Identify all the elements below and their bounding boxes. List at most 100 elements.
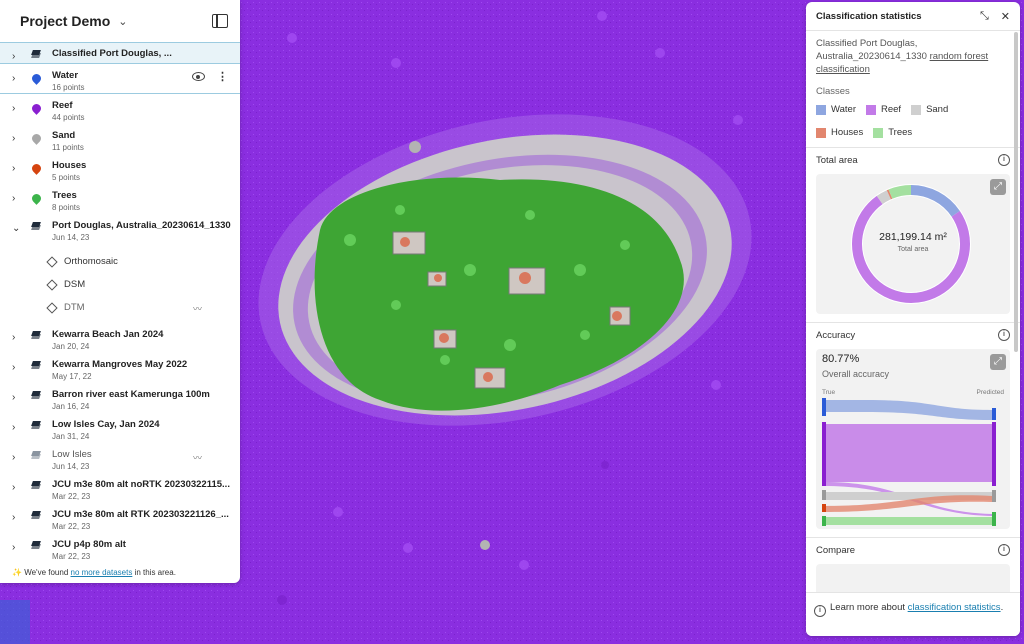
dataset-name: JCU m3e 80m alt noRTK 20230322115... — [52, 479, 230, 490]
chevron-right-icon[interactable]: › — [12, 103, 24, 114]
expand-icon[interactable]: ⤢ — [990, 354, 1006, 370]
legend-label: Sand — [926, 104, 949, 115]
accuracy-value: 80.77% — [822, 353, 860, 365]
scrollbar[interactable] — [1014, 32, 1018, 352]
no-more-datasets-link[interactable]: no more datasets — [71, 568, 133, 577]
map-pin-icon — [28, 192, 44, 205]
node-sand-true — [822, 490, 826, 500]
dataset-row[interactable]: › Trees 8 points — [0, 184, 240, 214]
classification-statistics-link[interactable]: classification statistics — [908, 602, 1001, 613]
hidden-eye-icon[interactable]: 〰 — [193, 302, 202, 315]
dataset-row[interactable]: › JCU m3e 80m alt RTK 202303221126_... Mar… — [0, 503, 240, 533]
layers-icon — [28, 541, 44, 549]
dataset-row[interactable]: ⌄ Port Douglas, Australia_20230614_1330 Ju… — [0, 214, 240, 244]
dataset-row[interactable]: › Houses 5 points — [0, 154, 240, 184]
project-title[interactable]: Project Demo — [20, 13, 110, 29]
dataset-subtitle: 16 points — [52, 83, 85, 92]
dataset-row[interactable]: › JCU p4p 80m alt Mar 22, 23 — [0, 533, 240, 563]
map-pin-icon — [28, 162, 44, 175]
compare-label: Compare — [816, 544, 856, 556]
sublayer-item[interactable]: Orthomosaic — [0, 250, 240, 273]
chevron-down-icon[interactable]: ⌄ — [12, 223, 24, 234]
legend-item: Houses — [816, 127, 863, 138]
dataset-list: › Classified Port Douglas, ... › Water 16 po… — [0, 42, 240, 563]
sublayer-name: DTM — [64, 302, 85, 313]
dataset-row[interactable]: › Low Isles Jun 14, 23 〰 — [0, 443, 240, 473]
legend-item: Reef — [865, 104, 902, 115]
node-trees-true — [822, 516, 826, 526]
legend-swatch — [816, 104, 826, 115]
dataset-row[interactable]: › Kewarra Mangroves May 2022 May 17, 22 — [0, 353, 240, 383]
node-trees-pred — [992, 512, 996, 526]
chevron-right-icon[interactable]: › — [12, 482, 24, 493]
chevron-right-icon[interactable]: › — [12, 392, 24, 403]
close-icon[interactable]: ✕ — [1001, 10, 1010, 23]
dataset-row[interactable]: › Classified Port Douglas, ... — [0, 42, 240, 64]
stats-footer: i Learn more about classification statis… — [806, 592, 1020, 636]
info-icon[interactable]: i — [998, 154, 1010, 166]
sublayer-item[interactable]: DSM — [0, 273, 240, 296]
classes-label: Classes — [816, 86, 850, 97]
info-icon: i — [814, 605, 826, 617]
dataset-name: Sand — [52, 130, 76, 141]
chevron-right-icon[interactable]: › — [12, 542, 24, 553]
info-icon[interactable]: i — [998, 329, 1010, 341]
chevron-right-icon[interactable]: › — [12, 193, 24, 204]
dataset-row[interactable]: › Low Isles Cay, Jan 2024 Jan 31, 24 — [0, 413, 240, 443]
chevron-right-icon[interactable]: › — [12, 422, 24, 433]
dataset-subtitle: Mar 22, 23 — [52, 552, 91, 561]
chevron-right-icon[interactable]: › — [12, 133, 24, 144]
dataset-row[interactable]: › Reef 44 points — [0, 94, 240, 124]
legend-label: Houses — [831, 127, 864, 138]
sankey-flows — [824, 400, 992, 525]
collapse-icon[interactable]: ⤡ — [980, 10, 989, 23]
dataset-name: Kewarra Beach Jan 2024 — [52, 329, 164, 340]
eye-icon[interactable] — [192, 72, 205, 81]
dataset-row[interactable]: › Water 16 points ⋮ — [0, 64, 240, 94]
chevron-right-icon[interactable]: › — [12, 51, 24, 62]
dataset-subtitle: 8 points — [52, 203, 81, 212]
sublayer-item[interactable]: DTM 〰 — [0, 296, 240, 319]
map-pin-icon — [28, 132, 44, 145]
project-header[interactable]: Project Demo ⌄ — [0, 0, 240, 42]
dataset-subtitle: Mar 22, 23 — [52, 492, 91, 501]
dataset-name: Reef — [52, 100, 73, 111]
stats-title: Classification statistics — [816, 10, 922, 22]
node-water-true — [822, 398, 826, 416]
found-message: ✨ We've found no more datasets in this a… — [12, 568, 176, 577]
dataset-name: Houses — [52, 160, 87, 171]
chevron-right-icon[interactable]: › — [12, 362, 24, 373]
node-sand-pred — [992, 490, 996, 502]
stats-header: Classification statistics ⤡ ✕ — [806, 2, 1020, 31]
node-reef-true — [822, 422, 826, 486]
dataset-row[interactable]: › Kewarra Beach Jan 2024 Jan 20, 24 — [0, 323, 240, 353]
hidden-eye-icon[interactable]: 〰 — [193, 451, 202, 464]
legend-label: Reef — [880, 104, 902, 115]
map-pin-icon — [28, 72, 44, 85]
sidebar-toggle-icon[interactable] — [212, 14, 228, 28]
layers-icon — [28, 421, 44, 429]
expand-icon[interactable]: ⤢ — [990, 179, 1006, 195]
node-water-pred — [992, 408, 996, 420]
flow-trees — [824, 517, 992, 525]
legend-label: Trees — [888, 127, 913, 138]
accuracy-label: Accuracy — [816, 329, 856, 341]
dataset-name: Classified Port Douglas, ... — [52, 48, 172, 59]
chevron-right-icon[interactable]: › — [12, 73, 24, 84]
more-icon[interactable]: ⋮ — [217, 70, 228, 83]
info-icon[interactable]: i — [998, 544, 1010, 556]
dataset-row[interactable]: › Sand 11 points — [0, 124, 240, 154]
dataset-subtitle: May 17, 22 — [52, 372, 92, 381]
chevron-right-icon[interactable]: › — [12, 512, 24, 523]
layers-icon — [28, 511, 44, 519]
predicted-label: Predicted — [976, 389, 1004, 396]
chevron-right-icon[interactable]: › — [12, 163, 24, 174]
dataset-row[interactable]: › JCU m3e 80m alt noRTK 20230322115... Mar… — [0, 473, 240, 503]
legend-label: Water — [831, 104, 856, 115]
chevron-down-icon[interactable]: ⌄ — [118, 15, 127, 28]
chevron-right-icon[interactable]: › — [12, 452, 24, 463]
dataset-name: JCU m3e 80m alt RTK 202303221126_... — [52, 509, 229, 520]
layers-icon — [28, 331, 44, 339]
dataset-row[interactable]: › Barron river east Kamerunga 100m Jan 16,… — [0, 383, 240, 413]
chevron-right-icon[interactable]: › — [12, 332, 24, 343]
